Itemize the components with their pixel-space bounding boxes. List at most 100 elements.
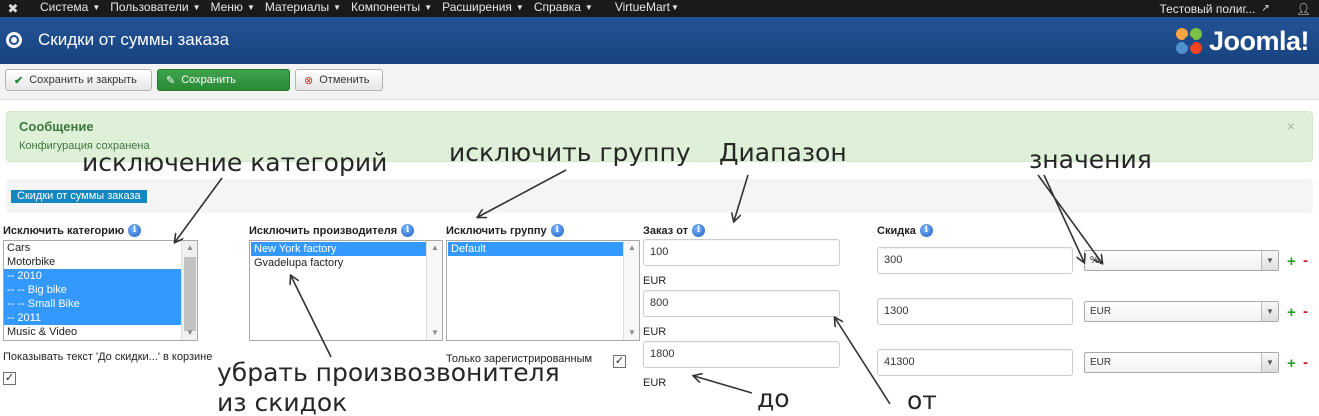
menu-extensions[interactable]: Расширения ▼ [442,0,532,17]
annotation-manufacturer-2: из скидок [217,388,348,416]
select-value: EUR [1090,357,1112,368]
annotation-range: Диапазон [719,138,847,167]
scroll-thumb[interactable] [184,257,196,331]
discount-type-select-2[interactable]: EUR ▼ [1084,301,1279,322]
only-registered-checkbox[interactable]: ✓ [613,355,626,368]
info-icon[interactable]: i [401,224,415,237]
menu-label: Меню [210,0,243,14]
section-bar [6,179,1313,213]
save-and-close-button[interactable]: ✔ Сохранить и закрыть [5,69,152,91]
scroll-up-icon[interactable]: ▲ [624,241,639,255]
list-option[interactable]: -- -- Big bike [4,283,182,297]
message-title: Сообщение [19,119,94,134]
user-icon[interactable]: 👤︎ [1296,2,1311,16]
discount-type-select-3[interactable]: EUR ▼ [1084,352,1279,373]
list-option[interactable]: -- 2010 [4,269,182,283]
joomla-icon[interactable]: ✖ [5,1,21,16]
joomla-flower-icon [1175,28,1202,54]
caret-down-icon: ▼ [515,3,524,12]
scroll-down-icon[interactable]: ▼ [182,326,197,340]
order-from-label: Заказ от i [643,224,706,237]
target-icon [6,32,22,48]
discount-type-select-1[interactable]: % ▼ [1084,250,1279,271]
scroll-down-icon[interactable]: ▼ [624,326,639,340]
cancel-button[interactable]: ⊗ Отменить [295,69,383,91]
chevron-down-icon: ▼ [1261,353,1278,372]
caret-down-icon: ▼ [670,3,679,12]
scrollbar[interactable]: ▲ ▼ [426,241,442,340]
button-label: Отменить [319,74,370,86]
remove-row-icon[interactable]: - [1303,252,1308,269]
joomla-logo: Joomla! [1173,24,1310,58]
remove-row-icon[interactable]: - [1303,303,1308,320]
info-icon[interactable]: i [550,224,564,237]
exclude-manufacturer-list[interactable]: New York factory Gvadelupa factory ▲ ▼ [249,240,443,341]
close-icon[interactable]: × [1287,118,1295,134]
add-row-icon[interactable]: + [1287,304,1296,321]
caret-down-icon: ▼ [192,3,201,12]
caret-down-icon: ▼ [246,3,255,12]
info-icon[interactable]: i [919,224,933,237]
external-link-icon[interactable]: ↗ [1261,3,1269,14]
section-tab[interactable]: Скидки от суммы заказа [11,190,147,203]
menu-content[interactable]: Материалы ▼ [265,0,349,17]
label-text: Исключить группу [446,224,547,237]
menu-virtuemart[interactable]: VirtueMart▼ [615,0,687,17]
order-from-input-3[interactable]: 1800 [643,341,840,368]
cancel-icon: ⊗ [304,74,314,87]
toolbar: ✔ Сохранить и закрыть ✎ Сохранить ⊗ Отме… [0,64,1319,100]
list-option[interactable]: New York factory [251,242,427,256]
menu-label: Пользователи [110,0,189,14]
list-option[interactable]: -- -- Small Bike [4,297,182,311]
exclude-category-label: Исключить категорию i [3,224,142,237]
list-option[interactable]: Default [448,242,624,256]
exclude-manufacturer-label: Исключить производителя i [249,224,415,237]
list-option[interactable]: -- 2011 [4,311,182,325]
chevron-down-icon: ▼ [1261,251,1278,270]
brand-wordmark: Joomla! [1208,25,1310,56]
save-button[interactable]: ✎ Сохранить [157,69,290,91]
menu-system[interactable]: Система ▼ [40,0,108,17]
annotation-manufacturer: убрать произвозвонителя [217,358,560,387]
scrollbar[interactable]: ▲ ▼ [623,241,639,340]
add-row-icon[interactable]: + [1287,253,1296,270]
label-text: Исключить производителя [249,224,398,237]
list-option[interactable]: Cars [4,241,182,255]
caret-down-icon: ▼ [424,3,433,12]
annotation-from: от [907,386,937,415]
add-row-icon[interactable]: + [1287,355,1296,372]
chevron-down-icon: ▼ [1261,302,1278,321]
order-from-input-1[interactable]: 100 [643,239,840,266]
remove-row-icon[interactable]: - [1303,354,1308,371]
select-value: EUR [1090,306,1112,317]
info-icon[interactable]: i [692,224,706,237]
option-container: Cars Motorbike -- 2010 -- -- Big bike -- -- … [4,241,182,339]
top-navbar: ✖ Система ▼ Пользователи ▼ Меню ▼ Материалы… [0,0,1319,17]
site-link[interactable]: Тестовый полиг... [1159,2,1255,16]
exclude-category-list[interactable]: Cars Motorbike -- 2010 -- -- Big bike -- -- … [3,240,198,341]
menu-users[interactable]: Пользователи ▼ [110,0,208,17]
page-title: Скидки от суммы заказа [38,30,230,49]
show-text-checkbox[interactable]: ✓ [3,372,16,385]
show-text-label: Показывать текст 'До скидки...' в корзин… [3,351,213,363]
main-menu: Система ▼ Пользователи ▼ Меню ▼ Материалы ▼ … [40,0,689,17]
menu-components[interactable]: Компоненты ▼ [351,0,440,17]
scroll-down-icon[interactable]: ▼ [427,326,442,340]
scroll-up-icon[interactable]: ▲ [427,241,442,255]
scroll-up-icon[interactable]: ▲ [182,241,197,255]
order-from-input-2[interactable]: 800 [643,290,840,317]
info-icon[interactable]: i [128,224,142,237]
discount-input-1[interactable]: 300 [877,247,1073,274]
exclude-group-list[interactable]: Default ▲ ▼ [446,240,640,341]
menu-label: Компоненты [351,0,421,14]
scrollbar[interactable]: ▲ ▼ [181,241,197,340]
menu-menus[interactable]: Меню ▼ [211,0,263,17]
list-option[interactable]: Music & Video [4,325,182,339]
discount-input-3[interactable]: 41300 [877,349,1073,376]
currency-label: EUR [643,326,667,338]
list-option[interactable]: Motorbike [4,255,182,269]
discount-input-2[interactable]: 1300 [877,298,1073,325]
menu-label: VirtueMart [614,0,670,14]
menu-help[interactable]: Справка ▼ [534,0,601,17]
list-option[interactable]: Gvadelupa factory [251,256,427,270]
